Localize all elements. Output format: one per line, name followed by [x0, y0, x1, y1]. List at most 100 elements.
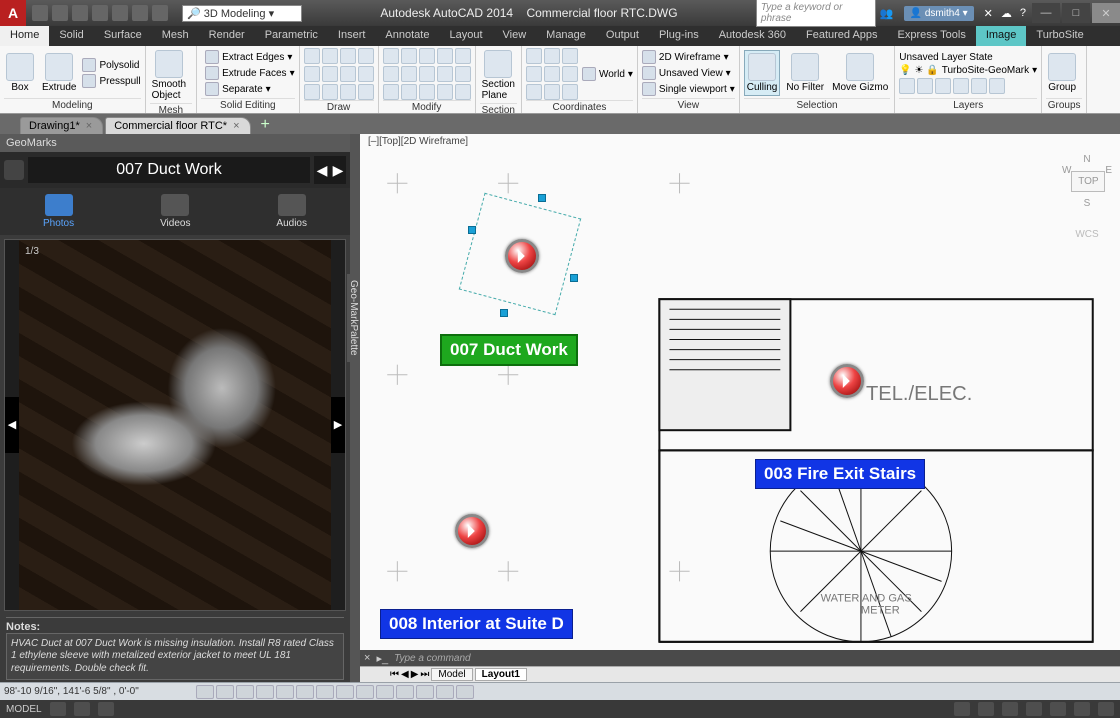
tab-view[interactable]: View — [493, 26, 537, 46]
panel-label[interactable]: Selection — [744, 98, 891, 111]
snap-toggle[interactable] — [196, 685, 214, 699]
layout1-tab[interactable]: Layout1 — [475, 668, 527, 681]
panel-label[interactable]: Modeling — [4, 98, 141, 111]
current-layer-select[interactable]: 💡 ☀ 🔒 TurboSite-GeoMark ▾ — [899, 65, 1037, 76]
dyn-toggle[interactable] — [356, 685, 374, 699]
panel-label[interactable]: Section — [480, 103, 517, 116]
minimize-button[interactable]: — — [1032, 3, 1060, 23]
stretch-icon[interactable] — [437, 66, 453, 82]
donut-icon[interactable] — [358, 84, 374, 100]
close-tab-icon[interactable]: × — [86, 120, 92, 132]
erase-icon[interactable] — [437, 48, 453, 64]
ucs-icon[interactable] — [562, 84, 578, 100]
signed-in-user[interactable]: 👤 dsmith4 ▾ — [904, 6, 974, 21]
layer-icon[interactable] — [935, 78, 951, 94]
viewport-label[interactable]: [–][Top][2D Wireframe] — [368, 136, 468, 147]
tab-manage[interactable]: Manage — [536, 26, 596, 46]
palette-side-tab[interactable]: Geo-MarkPalette — [347, 274, 360, 362]
grip[interactable] — [538, 194, 546, 202]
app-logo[interactable]: A — [0, 0, 26, 26]
align-icon[interactable] — [419, 84, 435, 100]
notes-body[interactable]: HVAC Duct at 007 Duct Work is missing in… — [6, 633, 344, 681]
statusbar-icon[interactable] — [1050, 702, 1066, 716]
trim-icon[interactable] — [419, 48, 435, 64]
statusbar-icon[interactable] — [1002, 702, 1018, 716]
geomark-icon-007[interactable] — [505, 239, 539, 273]
geomark-label-003[interactable]: 003 Fire Exit Stairs — [755, 459, 925, 489]
cmd-close-icon[interactable]: × — [364, 652, 370, 664]
command-input[interactable]: Type a command — [394, 653, 471, 664]
tab-layout[interactable]: Layout — [439, 26, 492, 46]
model-space-tab[interactable]: Model — [431, 668, 472, 681]
prev-photo-button[interactable]: ◀ — [5, 397, 19, 453]
break-icon[interactable] — [437, 84, 453, 100]
spline-icon[interactable] — [304, 84, 320, 100]
panel-label[interactable]: Groups — [1046, 98, 1082, 111]
smooth-object-button[interactable]: Smooth Object — [150, 48, 188, 103]
statusbar-icon[interactable] — [98, 702, 114, 716]
exchange-icon[interactable]: ✕ — [980, 7, 997, 20]
culling-button[interactable]: Culling — [744, 50, 781, 96]
rotate-icon[interactable] — [401, 48, 417, 64]
panel-label[interactable]: View — [642, 98, 735, 111]
statusbar-icon[interactable] — [954, 702, 970, 716]
prev-geomark-button[interactable]: ◀ — [314, 156, 330, 184]
tab-solid[interactable]: Solid — [49, 26, 93, 46]
layer-icon[interactable] — [899, 78, 915, 94]
ucs-icon[interactable] — [544, 84, 560, 100]
helix-icon[interactable] — [322, 84, 338, 100]
tab-nav-start-icon[interactable]: ⏮ — [390, 669, 399, 680]
workspace-selector[interactable]: 🔎 3D Modeling ▾ — [182, 5, 302, 22]
extract-edges-button[interactable]: Extract Edges ▾ — [205, 50, 295, 64]
ucs-icon[interactable] — [562, 48, 578, 64]
lwt-toggle[interactable] — [376, 685, 394, 699]
tab-parametric[interactable]: Parametric — [255, 26, 328, 46]
home-icon[interactable] — [4, 160, 24, 180]
qp-toggle[interactable] — [416, 685, 434, 699]
circle-icon[interactable] — [340, 48, 356, 64]
world-ucs[interactable]: World ▾ — [582, 67, 633, 81]
ducs-toggle[interactable] — [336, 685, 354, 699]
region-icon[interactable] — [340, 84, 356, 100]
ortho-toggle[interactable] — [236, 685, 254, 699]
next-geomark-button[interactable]: ▶ — [330, 156, 346, 184]
saved-view-select[interactable]: Unsaved View ▾ — [642, 66, 735, 80]
tab-image[interactable]: Image — [976, 26, 1027, 46]
tab-annotate[interactable]: Annotate — [375, 26, 439, 46]
drawing-viewport[interactable]: [–][Top][2D Wireframe] N WTOPE S WCS — [360, 134, 1120, 682]
layer-icon[interactable] — [917, 78, 933, 94]
ellipse-icon[interactable] — [322, 66, 338, 82]
am-toggle[interactable] — [456, 685, 474, 699]
panel-label[interactable]: Mesh — [150, 103, 192, 116]
statusbar-icon[interactable] — [1098, 702, 1114, 716]
panel-label[interactable]: Solid Editing — [201, 98, 295, 111]
geomark-label-007[interactable]: 007 Duct Work — [440, 334, 578, 366]
separate-button[interactable]: Separate ▾ — [205, 82, 295, 96]
ucs-icon[interactable] — [544, 48, 560, 64]
statusbar-icon[interactable] — [1074, 702, 1090, 716]
grip[interactable] — [468, 226, 476, 234]
statusbar-icon[interactable] — [74, 702, 90, 716]
layer-state-select[interactable]: Unsaved Layer State — [899, 52, 1037, 63]
move-gizmo-button[interactable]: Move Gizmo — [830, 51, 890, 95]
qat-new-icon[interactable] — [32, 5, 48, 21]
box-button[interactable]: Box — [4, 51, 36, 95]
tab-output[interactable]: Output — [596, 26, 649, 46]
tab-nav-end-icon[interactable]: ⏭ — [420, 669, 429, 680]
point-icon[interactable] — [358, 66, 374, 82]
qat-undo-icon[interactable] — [132, 5, 148, 21]
close-tab-icon[interactable]: × — [233, 120, 239, 132]
ucs-icon[interactable] — [526, 48, 542, 64]
geomark-label-008[interactable]: 008 Interior at Suite D — [380, 609, 573, 639]
join-icon[interactable] — [455, 84, 471, 100]
tab-home[interactable]: Home — [0, 26, 49, 46]
tab-autodesk360[interactable]: Autodesk 360 — [709, 26, 796, 46]
panel-label[interactable]: Draw — [304, 100, 374, 113]
tab-render[interactable]: Render — [199, 26, 255, 46]
tab-videos[interactable]: Videos — [160, 194, 190, 229]
rect-icon[interactable] — [304, 66, 320, 82]
infocenter-icon[interactable]: 👥 — [876, 7, 898, 20]
array-icon[interactable] — [383, 84, 399, 100]
polysolid-button[interactable]: Polysolid — [82, 58, 140, 72]
tab-nav-next-icon[interactable]: ▶ — [411, 669, 419, 680]
